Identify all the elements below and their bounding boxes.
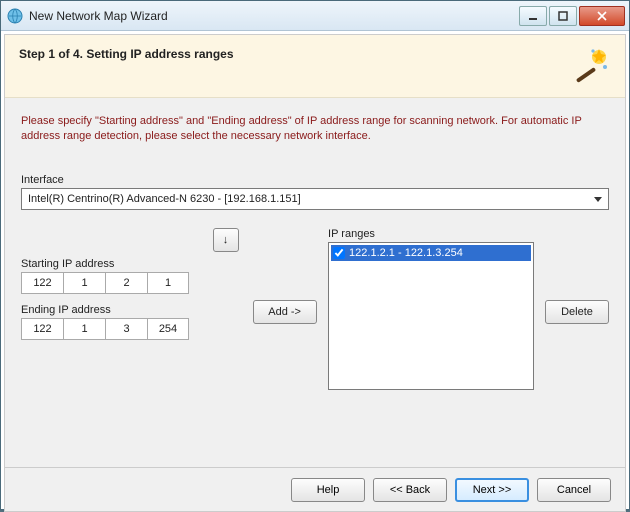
app-icon	[7, 8, 23, 24]
ending-ip-label: Ending IP address	[21, 304, 203, 316]
start-oct-1[interactable]: 122	[21, 272, 63, 294]
wizard-window: New Network Map Wizard Step 1 of 4. Sett…	[0, 0, 630, 510]
ip-range-item[interactable]: 122.1.2.1 - 122.1.3.254	[331, 245, 531, 261]
ip-range-text: 122.1.2.1 - 122.1.3.254	[349, 247, 463, 259]
start-oct-2[interactable]: 1	[63, 272, 105, 294]
ip-ranges-label: IP ranges	[328, 228, 534, 240]
end-oct-1[interactable]: 122	[21, 318, 63, 340]
wizard-footer: Help << Back Next >> Cancel	[5, 467, 625, 511]
wizard-wand-icon	[571, 47, 611, 85]
ip-range-checkbox[interactable]	[333, 247, 345, 259]
ip-ranges-column: IP ranges 122.1.2.1 - 122.1.3.254	[328, 228, 534, 390]
back-button[interactable]: << Back	[373, 478, 447, 502]
titlebar: New Network Map Wizard	[1, 1, 629, 31]
end-oct-3[interactable]: 3	[105, 318, 147, 340]
cancel-button[interactable]: Cancel	[537, 478, 611, 502]
end-oct-2[interactable]: 1	[63, 318, 105, 340]
help-button[interactable]: Help	[291, 478, 365, 502]
window-controls	[517, 6, 625, 26]
instruction-text: Please specify "Starting address" and "E…	[21, 114, 609, 144]
close-button[interactable]	[579, 6, 625, 26]
content-area: Step 1 of 4. Setting IP address ranges P…	[4, 34, 626, 512]
wizard-body: Please specify "Starting address" and "E…	[5, 98, 625, 467]
starting-ip-label: Starting IP address	[21, 258, 203, 270]
wizard-header: Step 1 of 4. Setting IP address ranges	[5, 35, 625, 98]
minimize-button[interactable]	[519, 6, 547, 26]
interface-dropdown[interactable]: Intel(R) Centrino(R) Advanced-N 6230 - […	[21, 188, 609, 210]
end-oct-4[interactable]: 254	[147, 318, 189, 340]
interface-selected-value: Intel(R) Centrino(R) Advanced-N 6230 - […	[28, 193, 301, 205]
add-range-button[interactable]: Add ->	[253, 300, 317, 324]
step-title: Step 1 of 4. Setting IP address ranges	[19, 47, 234, 61]
arrow-down-icon: ↓	[223, 234, 229, 246]
ip-ranges-listbox[interactable]: 122.1.2.1 - 122.1.3.254	[328, 242, 534, 390]
ip-entry-column: Starting IP address 122 1 2 1 Ending IP …	[21, 228, 203, 350]
window-title: New Network Map Wizard	[29, 9, 517, 23]
start-oct-3[interactable]: 2	[105, 272, 147, 294]
maximize-button[interactable]	[549, 6, 577, 26]
delete-range-button[interactable]: Delete	[545, 300, 609, 324]
start-oct-4[interactable]: 1	[147, 272, 189, 294]
interface-label: Interface	[21, 174, 609, 186]
starting-ip-field[interactable]: 122 1 2 1	[21, 272, 203, 294]
next-button[interactable]: Next >>	[455, 478, 529, 502]
ending-ip-field[interactable]: 122 1 3 254	[21, 318, 203, 340]
swap-ip-button[interactable]: ↓	[213, 228, 239, 252]
